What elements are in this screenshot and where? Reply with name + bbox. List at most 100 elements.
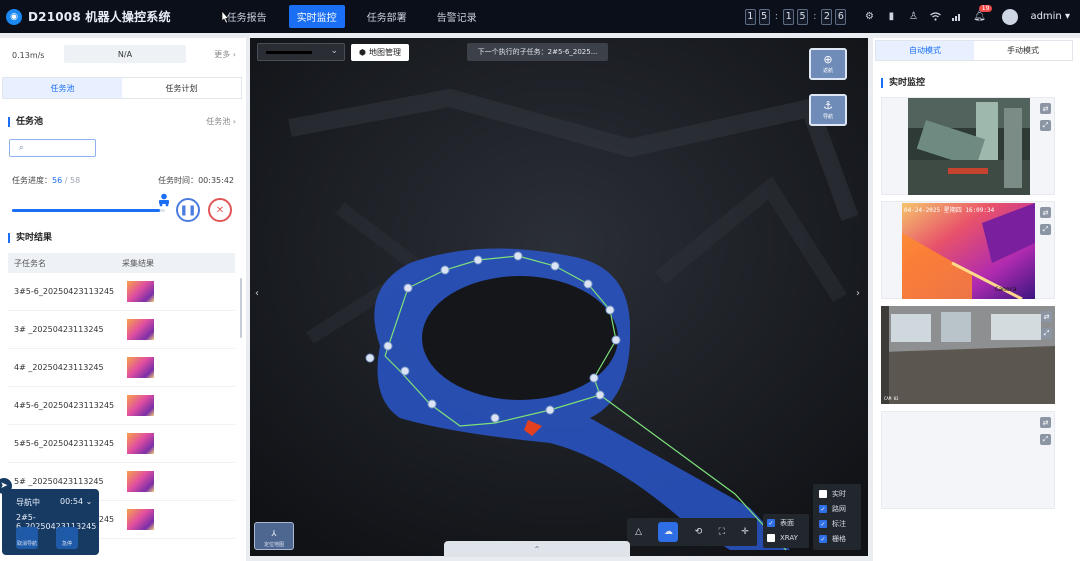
thermal-timestamp: 04-24-2025 星期四 16:09:34 (904, 207, 995, 214)
camera-feed-wide (881, 306, 1055, 404)
bottom-drawer-handle[interactable]: ⌃ (444, 541, 630, 557)
crosshair-icon[interactable]: ✛ (741, 527, 749, 537)
chevron-right-icon: › (230, 117, 236, 126)
task-time-value: 00:35:42 (198, 176, 234, 185)
expand-icon[interactable]: ⤢ (1040, 434, 1051, 445)
swap-icon[interactable]: ⇄ (1040, 103, 1051, 114)
expand-icon[interactable]: ⤢ (1040, 120, 1051, 131)
camera-card[interactable]: 04-24-2025 星期四 16:09:34 Camera ⇄ ⤢ (881, 201, 1055, 299)
app-logo-icon: ◉ (6, 8, 22, 25)
robot-icon: ♙ (908, 11, 918, 22)
gear-icon[interactable]: ⚙ (862, 10, 876, 24)
surface-toggle[interactable]: ✓ 表面 (767, 518, 794, 528)
expand-icon[interactable]: ⤢ (1040, 224, 1051, 235)
layer-realtime[interactable]: 实时 (819, 489, 846, 499)
camera-card[interactable]: CAM 03 ⇄ ⤢ (881, 306, 1055, 404)
stop-button[interactable]: ✕ (208, 198, 232, 222)
return-home-button[interactable]: ⊕ 返航 (809, 48, 847, 80)
swap-icon[interactable]: ⇄ (1040, 417, 1051, 428)
thermal-thumbnail[interactable] (126, 280, 155, 303)
map-toolbar: △ ☁ ⟲ ⛶ ✛ (627, 518, 757, 546)
collapse-right-icon[interactable]: › (856, 288, 860, 299)
battery-icon: ▮ (888, 11, 895, 22)
table-row[interactable]: 4#5-6_20250423113245 (8, 387, 235, 425)
tab-manual-mode[interactable]: 手动模式 (974, 41, 1072, 60)
nav-task-deploy[interactable]: 任务部署 (359, 5, 415, 28)
collapse-left-icon[interactable]: ‹ (255, 288, 259, 299)
return-home-label: 返航 (822, 68, 833, 74)
nav-time-dropdown[interactable]: 00:54 ⌄ (60, 497, 92, 506)
tab-auto-mode[interactable]: 自动模式 (876, 41, 974, 60)
table-row[interactable]: 4# _20250423113245 (8, 349, 235, 387)
camera-card[interactable]: ⇄ ⤢ (881, 97, 1055, 195)
clock-digit: 5 (758, 8, 770, 25)
mode-tabs: 自动模式 手动模式 (875, 40, 1073, 61)
locate-map-button[interactable]: ⅄ 定位地图 (254, 522, 294, 550)
task-search-input[interactable]: ⌕ (9, 139, 96, 157)
thermal-thumbnail[interactable] (126, 508, 155, 531)
swap-icon[interactable]: ⇄ (1041, 311, 1052, 322)
nav-state: 导航中 (16, 498, 40, 507)
task-pool-link-label: 任务池 (206, 117, 231, 126)
locate-icon: ⅄ (271, 529, 277, 538)
checkbox-checked[interactable]: ✓ (819, 535, 827, 543)
avatar[interactable] (1002, 8, 1019, 25)
navigate-button[interactable]: ⚓ 导航 (809, 94, 847, 126)
triangle-icon[interactable]: △ (635, 527, 642, 537)
thermal-thumbnail[interactable] (126, 432, 155, 455)
more-link[interactable]: 更多 › (214, 49, 236, 60)
thermal-thumbnail[interactable] (126, 318, 155, 341)
task-name: 3# _20250423113245 (14, 325, 104, 334)
nav-alarm-log[interactable]: 告警记录 (429, 5, 485, 28)
swap-icon[interactable]: ⇄ (1040, 207, 1051, 218)
emergency-stop-button[interactable]: 急停 (56, 527, 78, 549)
thermal-thumbnail[interactable] (126, 356, 155, 379)
map-icon: ⬢ (359, 48, 366, 57)
user-menu[interactable]: admin ▾ (1030, 11, 1070, 22)
clock-digit: 6 (835, 8, 847, 25)
rotate-icon[interactable]: ⟲ (695, 527, 703, 537)
top-bar: ◉ D21008 机器人操控系统 任务报告 实时监控 任务部署 告警记录 1 5… (0, 0, 1080, 33)
table-row[interactable]: 3# _20250423113245 (8, 311, 235, 349)
point-cloud-map[interactable]: ⌄ ⬢ 地图管理 下一个执行的子任务：2#5-6_2025... ⊕ 返航 ⚓ 导航 … (250, 38, 868, 556)
realtime-results-title: 实时结果 (8, 233, 52, 243)
table-row[interactable]: 5#5-6_20250423113245 (8, 425, 235, 463)
map-select[interactable]: ⌄ (257, 43, 345, 61)
map-management-button[interactable]: ⬢ 地图管理 (351, 44, 409, 61)
checkbox-unchecked[interactable] (819, 490, 827, 498)
task-pool-title: 任务池 (8, 117, 43, 127)
checkbox-checked[interactable]: ✓ (767, 519, 775, 527)
tab-task-pool[interactable]: 任务池 (3, 78, 122, 98)
layer-grid[interactable]: ✓ 栅格 (819, 534, 846, 544)
thermal-thumbnail[interactable] (126, 470, 155, 493)
xray-toggle[interactable]: XRAY (767, 534, 798, 542)
bell-icon[interactable]: 🔔︎ 19 (972, 4, 993, 24)
camera-card-empty[interactable]: ⇄ ⤢ (881, 411, 1055, 509)
cancel-navigation-button[interactable]: 取消导航 (16, 527, 38, 549)
view-3d-icon[interactable]: ☁ (658, 522, 679, 542)
pause-icon: ❚❚ (179, 204, 197, 216)
task-progress-label: 任务进度：56 / 58 (12, 175, 80, 186)
nav-realtime-monitor[interactable]: 实时监控 (288, 5, 345, 28)
checkbox-checked[interactable]: ✓ (819, 520, 827, 528)
chevron-down-icon: ⌄ (330, 46, 338, 56)
signal-icon (950, 10, 964, 24)
home-icon: ⊕ (823, 53, 833, 66)
col-task-name: 子任务名 (14, 258, 46, 268)
locate-map-label: 定位地图 (263, 542, 284, 548)
thermal-thumbnail[interactable] (126, 394, 155, 417)
expand-icon[interactable]: ⤢ (1041, 328, 1052, 339)
fit-view-icon[interactable]: ⛶ (719, 527, 725, 537)
progress-label-text: 任务进度： (12, 176, 52, 185)
layer-marker[interactable]: ✓ 标注 (819, 519, 846, 529)
point-cloud-map-canvas[interactable] (250, 38, 868, 556)
pause-button[interactable]: ❚❚ (176, 198, 200, 222)
task-name: 5#5-6_20250423113245 (14, 439, 115, 448)
checkbox-checked[interactable]: ✓ (819, 505, 827, 513)
checkbox-unchecked[interactable] (767, 534, 775, 542)
results-scrollbar[interactable] (240, 278, 242, 338)
layer-route[interactable]: ✓ 路网 (819, 504, 846, 514)
tab-task-plan[interactable]: 任务计划 (122, 78, 241, 98)
task-pool-link[interactable]: 任务池 › (206, 116, 236, 127)
table-row[interactable]: 3#5-6_20250423113245 (8, 273, 235, 311)
